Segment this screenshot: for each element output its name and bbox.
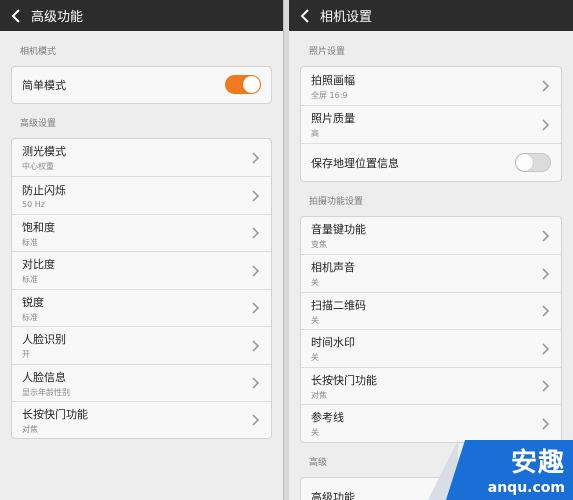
setting-label: 音量键功能 [311, 223, 366, 236]
setting-row-long-press-shutter[interactable]: 长按快门功能 对焦 [12, 401, 271, 438]
chevron-right-icon [542, 267, 550, 280]
chevron-right-icon [252, 264, 260, 277]
setting-value: 中心权重 [22, 162, 54, 171]
setting-label: 时间水印 [311, 336, 355, 349]
setting-value: 全屏 16:9 [311, 90, 348, 100]
setting-row-contrast[interactable]: 对比度 标准 [12, 251, 271, 289]
camera-settings-panel: 相机设置 照片设置 拍照画幅 全屏 16:9 照片质量 高 保存地理位置信息 拍… [289, 0, 573, 500]
setting-row-time-watermark[interactable]: 时间水印 关 [301, 329, 561, 367]
setting-value: 50 Hz [22, 200, 45, 209]
chevron-right-icon [542, 342, 550, 355]
toggle-knob [243, 76, 260, 93]
section-header-camera-mode: 相机模式 [20, 47, 57, 57]
chevron-right-icon [252, 339, 260, 352]
setting-row-anti-flicker[interactable]: 防止闪烁 50 Hz [12, 176, 271, 214]
chevron-right-icon [252, 151, 260, 164]
setting-row-grid-lines[interactable]: 参考线 关 [301, 404, 561, 442]
setting-value: 关 [311, 428, 319, 437]
chevron-right-icon [252, 377, 260, 389]
chevron-right-icon [542, 229, 550, 242]
chevron-right-icon [542, 305, 550, 317]
setting-value: 高 [311, 129, 319, 138]
group-advanced-settings: 测光模式 中心权重 防止闪烁 50 Hz 饱和度 标准 对比度 标准 锐度 标准… [11, 138, 272, 439]
setting-row-metering-mode[interactable]: 测光模式 中心权重 [12, 139, 271, 176]
setting-label: 长按快门功能 [311, 373, 377, 387]
page-title: 高级功能 [31, 10, 84, 25]
setting-value: 关 [311, 315, 319, 325]
save-location-toggle[interactable] [515, 152, 551, 172]
setting-label: 拍照画幅 [311, 73, 355, 87]
setting-label: 防止闪烁 [22, 184, 66, 197]
setting-label: 人脸识别 [22, 333, 66, 346]
setting-row-saturation[interactable]: 饱和度 标准 [12, 214, 271, 251]
setting-label: 人脸信息 [22, 370, 66, 384]
setting-label: 对比度 [22, 258, 55, 271]
group-shooting-settings: 音量键功能 变焦 相机声音 关 扫描二维码 关 时间水印 关 长按快门功能 对焦… [300, 216, 562, 443]
setting-value: 关 [311, 353, 319, 362]
setting-value: 显示年龄性别 [22, 387, 70, 397]
site-watermark: 安趣 anqu.com [428, 440, 573, 500]
setting-label: 相机声音 [311, 261, 355, 274]
action-bar: 相机设置 [289, 0, 573, 31]
simple-mode-toggle[interactable] [225, 75, 261, 94]
chevron-right-icon [542, 80, 550, 92]
watermark-logo-text: 安趣 [510, 448, 565, 478]
back-arrow-icon[interactable] [9, 8, 23, 23]
setting-row-volume-key[interactable]: 音量键功能 变焦 [301, 217, 561, 254]
setting-row-aspect-ratio[interactable]: 拍照画幅 全屏 16:9 [301, 67, 561, 105]
group-camera-mode: 简单模式 [11, 66, 272, 104]
chevron-right-icon [252, 189, 260, 202]
setting-label: 照片质量 [311, 112, 355, 125]
section-header-photo-settings: 照片设置 [309, 47, 346, 57]
setting-value: 变焦 [311, 240, 327, 249]
watermark-domain: anqu.com [487, 480, 565, 496]
action-bar: 高级功能 [0, 0, 283, 31]
setting-label: 参考线 [311, 411, 344, 424]
chevron-right-icon [252, 227, 260, 239]
setting-row-save-location[interactable]: 保存地理位置信息 [301, 143, 561, 181]
toggle-knob [516, 153, 533, 171]
setting-row-face-detection[interactable]: 人脸识别 开 [12, 326, 271, 364]
chevron-right-icon [252, 302, 260, 314]
setting-label: 饱和度 [22, 220, 55, 234]
group-photo-settings: 拍照画幅 全屏 16:9 照片质量 高 保存地理位置信息 [300, 66, 562, 182]
setting-label: 测光模式 [22, 145, 66, 158]
advanced-settings-panel: 高级功能 相机模式 简单模式 高级设置 测光模式 中心权重 防止闪烁 50 Hz… [0, 0, 284, 500]
setting-label: 长按快门功能 [22, 407, 88, 421]
setting-value: 对焦 [311, 390, 327, 400]
back-arrow-icon[interactable] [298, 8, 312, 23]
setting-row-camera-sound[interactable]: 相机声音 关 [301, 254, 561, 292]
setting-row-photo-quality[interactable]: 照片质量 高 [301, 105, 561, 143]
chevron-right-icon [542, 118, 550, 131]
chevron-right-icon [542, 417, 550, 430]
setting-row-face-info[interactable]: 人脸信息 显示年龄性别 [12, 364, 271, 401]
setting-value: 对焦 [22, 424, 38, 434]
setting-value: 开 [22, 350, 30, 359]
page-title: 相机设置 [320, 10, 373, 25]
chevron-right-icon [252, 414, 260, 426]
setting-label: 扫描二维码 [311, 298, 366, 312]
setting-value: 标准 [22, 275, 38, 284]
setting-row-long-press-shutter[interactable]: 长按快门功能 对焦 [301, 367, 561, 404]
section-header-advanced-settings: 高级设置 [20, 119, 57, 129]
setting-row-simple-mode[interactable]: 简单模式 [12, 67, 271, 103]
section-header-shooting-settings: 拍摄功能设置 [309, 197, 364, 207]
setting-value: 标准 [22, 237, 38, 247]
chevron-right-icon [542, 380, 550, 392]
setting-value: 标准 [22, 312, 38, 322]
setting-row-qr-scan[interactable]: 扫描二维码 关 [301, 292, 561, 329]
setting-value: 关 [311, 278, 319, 287]
setting-row-sharpness[interactable]: 锐度 标准 [12, 289, 271, 326]
setting-label: 锐度 [22, 295, 44, 309]
